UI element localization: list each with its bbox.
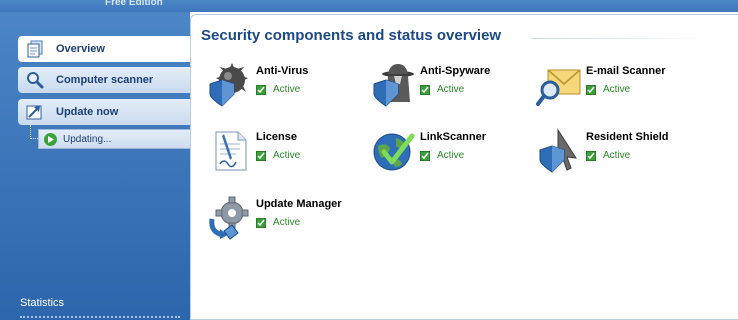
status-badge: Active xyxy=(586,84,630,95)
status-badge: Active xyxy=(256,150,300,161)
check-icon xyxy=(256,217,266,228)
component-update-manager[interactable]: Update Manager Active xyxy=(206,195,366,245)
component-license[interactable]: License Active xyxy=(206,128,366,178)
subitem-label: Updating... xyxy=(63,133,112,145)
sidebar-subitem-updating[interactable]: Updating... xyxy=(38,129,190,149)
update-arrow-icon xyxy=(26,103,44,121)
component-anti-spyware[interactable]: Anti-Spyware Active xyxy=(370,62,530,112)
status-badge: Active xyxy=(420,84,464,95)
statistics-heading: Statistics xyxy=(20,297,65,309)
antivirus-shield-icon xyxy=(206,62,254,108)
tree-connector xyxy=(30,125,38,139)
check-icon xyxy=(256,150,266,161)
check-icon xyxy=(420,84,430,95)
sidebar-item-overview[interactable]: Overview xyxy=(18,36,190,62)
play-icon xyxy=(44,132,57,146)
status-text: Active xyxy=(437,84,465,95)
component-name: Anti-Virus xyxy=(256,65,309,77)
component-name: E-mail Scanner xyxy=(586,65,666,77)
check-icon xyxy=(586,84,596,95)
spy-shield-icon xyxy=(370,62,418,108)
sidebar-item-update-now[interactable]: Update now xyxy=(18,99,190,125)
title-divider xyxy=(532,38,712,39)
edition-label: Free Edition xyxy=(105,0,163,8)
status-badge: Active xyxy=(256,217,300,228)
check-icon xyxy=(256,84,266,95)
status-badge: Active xyxy=(420,150,464,161)
component-anti-virus[interactable]: Anti-Virus Active xyxy=(206,62,366,112)
status-text: Active xyxy=(273,84,301,95)
status-text: Active xyxy=(603,84,631,95)
component-name: Update Manager xyxy=(256,198,342,210)
globe-check-icon xyxy=(370,128,418,174)
license-document-icon xyxy=(206,128,254,174)
status-badge: Active xyxy=(586,150,630,161)
check-icon xyxy=(420,150,430,161)
status-text: Active xyxy=(603,150,631,161)
component-name: Resident Shield xyxy=(586,131,669,143)
envelope-magnifier-icon xyxy=(536,62,584,108)
sidebar-item-label: Update now xyxy=(56,106,119,118)
page-title: Security components and status overview xyxy=(201,27,502,44)
component-name: LinkScanner xyxy=(420,131,487,143)
cursor-shield-icon xyxy=(536,128,584,174)
component-email-scanner[interactable]: E-mail Scanner Active xyxy=(536,62,696,112)
status-text: Active xyxy=(437,150,465,161)
component-resident-shield[interactable]: Resident Shield Active xyxy=(536,128,696,178)
sidebar-item-computer-scanner[interactable]: Computer scanner xyxy=(18,67,190,93)
sidebar-item-label: Computer scanner xyxy=(56,74,154,86)
magnifier-icon xyxy=(26,71,44,89)
component-name: Anti-Spyware xyxy=(420,65,491,77)
component-name: License xyxy=(256,131,297,143)
gear-update-icon xyxy=(206,195,254,241)
sidebar-item-label: Overview xyxy=(56,43,105,55)
status-badge: Active xyxy=(256,84,300,95)
component-linkscanner[interactable]: LinkScanner Active xyxy=(370,128,530,178)
statistics-divider xyxy=(20,316,180,318)
status-text: Active xyxy=(273,217,301,228)
status-text: Active xyxy=(273,150,301,161)
check-icon xyxy=(586,150,596,161)
document-icon xyxy=(26,40,44,58)
